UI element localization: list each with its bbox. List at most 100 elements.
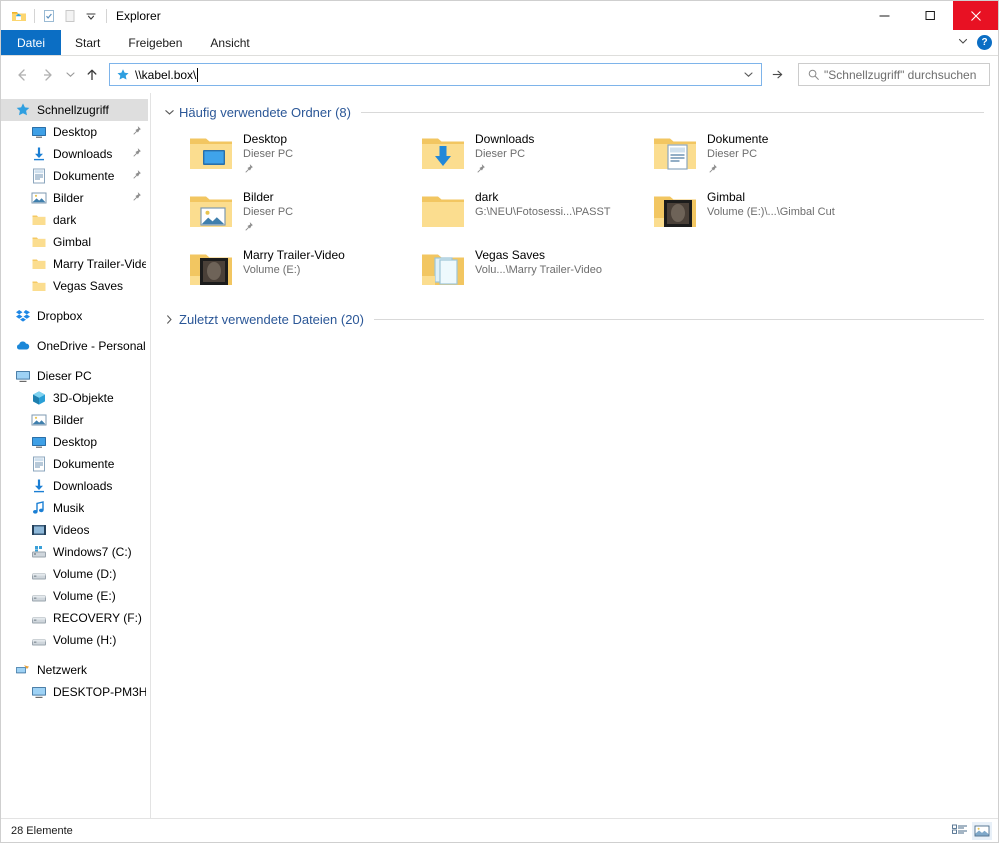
folder-plain-icon xyxy=(419,186,467,234)
properties-icon[interactable] xyxy=(39,6,59,26)
folder-tile-path: Dieser PC xyxy=(243,148,294,160)
sidebar-item-volume-e[interactable]: Volume (E:) xyxy=(1,585,150,607)
sidebar-item-windows7-c[interactable]: Windows7 (C:) xyxy=(1,541,150,563)
folder-tile-text: Gimbal Volume (E:)\...\Gimbal Cut xyxy=(707,186,835,220)
system-drive-icon xyxy=(31,544,47,560)
navigation-pane[interactable]: Schnellzugriff Desktop Downloads Dokumente B… xyxy=(1,93,151,818)
sidebar-item-downloads[interactable]: Downloads xyxy=(1,475,150,497)
back-button[interactable] xyxy=(9,62,35,88)
sidebar-item-desktop-pm3h12i[interactable]: DESKTOP-PM3H12I xyxy=(1,681,150,703)
pin-icon[interactable] xyxy=(707,163,768,175)
search-input[interactable]: "Schnellzugriff" durchsuchen xyxy=(798,63,990,86)
folder-tile[interactable]: Marry Trailer-Video Volume (E:) xyxy=(187,242,395,300)
sidebar-item-vegas-saves[interactable]: Vegas Saves xyxy=(1,275,150,297)
sidebar-item-desktop[interactable]: Desktop xyxy=(1,431,150,453)
window-title: Explorer xyxy=(116,8,161,23)
up-button[interactable] xyxy=(79,62,105,88)
window-controls xyxy=(861,1,998,30)
sidebar-item-marry-trailer-video[interactable]: Marry Trailer-Video xyxy=(1,253,150,275)
tab-ansicht[interactable]: Ansicht xyxy=(196,30,263,55)
sidebar-item-musik[interactable]: Musik xyxy=(1,497,150,519)
sidebar-item-label: Netzwerk xyxy=(37,663,88,677)
sidebar-item-recovery-f[interactable]: RECOVERY (F:) xyxy=(1,607,150,629)
sidebar-item-label: Schnellzugriff xyxy=(37,103,109,117)
sidebar-item-dark[interactable]: dark xyxy=(1,209,150,231)
sidebar-item-3d-objekte[interactable]: 3D-Objekte xyxy=(1,387,150,409)
sidebar-item-videos[interactable]: Videos xyxy=(1,519,150,541)
address-dropdown-chevron-icon[interactable] xyxy=(739,64,757,85)
sidebar-item-desktop[interactable]: Desktop xyxy=(1,121,150,143)
sidebar-item-bilder[interactable]: Bilder xyxy=(1,187,150,209)
tab-datei[interactable]: Datei xyxy=(1,30,62,55)
folder-tile[interactable]: Downloads Dieser PC xyxy=(419,126,627,184)
sidebar-item-gimbal[interactable]: Gimbal xyxy=(1,231,150,253)
sidebar-item-schnellzugriff[interactable]: Schnellzugriff xyxy=(1,99,148,121)
sidebar-item-volume-h[interactable]: Volume (H:) xyxy=(1,629,150,651)
close-button[interactable] xyxy=(953,1,998,30)
recent-locations-chevron-icon[interactable] xyxy=(61,62,79,88)
maximize-button[interactable] xyxy=(907,1,953,30)
minimize-button[interactable] xyxy=(861,1,907,30)
explorer-app-icon[interactable] xyxy=(9,6,29,26)
pin-icon[interactable] xyxy=(131,191,142,205)
chevron-down-icon[interactable] xyxy=(161,107,177,118)
expand-ribbon-chevron-icon[interactable] xyxy=(957,35,969,50)
pin-icon[interactable] xyxy=(243,163,293,175)
large-icons-view-button[interactable] xyxy=(972,821,992,840)
folder-tile-path: Dieser PC xyxy=(707,148,758,160)
chevron-right-icon[interactable] xyxy=(161,314,177,325)
address-input[interactable]: \\kabel.box\ xyxy=(109,63,762,86)
folder-tile[interactable]: Bilder Dieser PC xyxy=(187,184,395,242)
sidebar-item-volume-d[interactable]: Volume (D:) xyxy=(1,563,150,585)
3d-objects-icon xyxy=(31,390,47,406)
folder-tile[interactable]: Desktop Dieser PC xyxy=(187,126,395,184)
tab-start[interactable]: Start xyxy=(61,30,114,55)
address-text: \\kabel.box\ xyxy=(135,67,197,82)
tab-freigeben[interactable]: Freigeben xyxy=(114,30,196,55)
folder-tile[interactable]: Dokumente Dieser PC xyxy=(651,126,859,184)
folder-downloads-icon xyxy=(419,128,467,176)
folder-tile-name: dark xyxy=(475,190,499,204)
sidebar-item-label: Downloads xyxy=(53,479,113,493)
pin-icon[interactable] xyxy=(243,221,293,233)
sidebar-item-label: Bilder xyxy=(53,191,84,205)
folder-documents-icon xyxy=(651,128,699,176)
sidebar-item-downloads[interactable]: Downloads xyxy=(1,143,150,165)
sidebar-item-label: Downloads xyxy=(53,147,113,161)
star-icon xyxy=(15,102,31,118)
drive-icon xyxy=(31,588,47,604)
details-view-button[interactable] xyxy=(950,822,970,840)
this-pc-icon xyxy=(15,368,31,384)
sidebar-item-label: Desktop xyxy=(53,125,98,139)
pin-icon[interactable] xyxy=(131,125,142,139)
sidebar-item-dokumente[interactable]: Dokumente xyxy=(1,453,150,475)
pin-icon[interactable] xyxy=(475,163,534,175)
folder-tile-text: dark G:\NEU\Fotosessi...\PASST xyxy=(475,186,611,220)
folder-tile[interactable]: Vegas Saves Volu...\Marry Trailer-Video xyxy=(419,242,627,300)
sidebar-item-label: 3D-Objekte xyxy=(53,391,114,405)
pin-icon[interactable] xyxy=(131,147,142,161)
forward-button[interactable] xyxy=(35,62,61,88)
sidebar-item-dieser-pc[interactable]: Dieser PC xyxy=(1,365,150,387)
sidebar-item-dropbox[interactable]: Dropbox xyxy=(1,305,150,327)
folder-tile[interactable]: Gimbal Volume (E:)\...\Gimbal Cut xyxy=(651,184,859,242)
folder-tile[interactable]: dark G:\NEU\Fotosessi...\PASST xyxy=(419,184,627,242)
group-header[interactable]: Häufig verwendete Ordner (8) xyxy=(161,102,998,122)
new-folder-icon[interactable] xyxy=(60,6,80,26)
sidebar-item-bilder[interactable]: Bilder xyxy=(1,409,150,431)
folder-tile-text: Marry Trailer-Video Volume (E:) xyxy=(243,244,345,278)
status-bar: 28 Elemente xyxy=(1,818,998,842)
sidebar-item-dokumente[interactable]: Dokumente xyxy=(1,165,150,187)
customize-qat-chevron-icon[interactable] xyxy=(81,6,101,26)
downloads-icon xyxy=(31,478,47,494)
help-icon[interactable]: ? xyxy=(977,35,992,50)
content-pane: Häufig verwendete Ordner (8) Desktop Diese… xyxy=(151,93,998,818)
go-button[interactable] xyxy=(764,63,790,86)
sidebar-item-netzwerk[interactable]: Netzwerk xyxy=(1,659,150,681)
folder-tile-path: Volume (E:) xyxy=(243,264,301,276)
dropbox-icon xyxy=(15,308,31,324)
sidebar-item-onedrive-personal[interactable]: OneDrive - Personal xyxy=(1,335,150,357)
network-icon xyxy=(15,662,31,678)
group-header[interactable]: Zuletzt verwendete Dateien (20) xyxy=(161,309,998,329)
pin-icon[interactable] xyxy=(131,169,142,183)
